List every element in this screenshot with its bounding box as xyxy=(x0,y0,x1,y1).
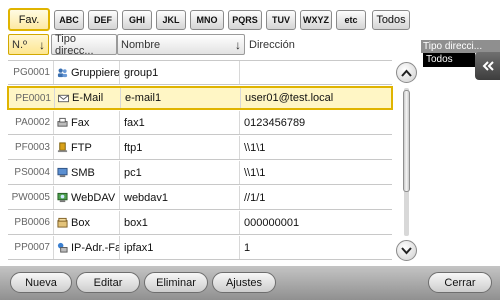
scroll-thumb[interactable] xyxy=(403,90,410,192)
row-id: PB0006 xyxy=(14,217,50,228)
tab-def[interactable]: DEF xyxy=(88,10,118,30)
webdav-icon xyxy=(57,192,68,203)
group-icon xyxy=(57,68,68,78)
sort-down-icon: ↓ xyxy=(235,38,241,52)
row-address: 0123456789 xyxy=(239,111,392,134)
tab-ghi[interactable]: GHI xyxy=(122,10,152,30)
row-type-label: Box xyxy=(71,216,90,229)
row-address: user01@test.local xyxy=(240,88,393,108)
row-address: 000000001 xyxy=(239,211,392,234)
row-name: pc1 xyxy=(119,161,239,184)
list-item[interactable]: PG0001 Gruppieren group1 xyxy=(8,61,392,85)
sort-by-type-button[interactable]: Tipo direcc... xyxy=(51,32,117,57)
filter-value: Todos xyxy=(423,53,475,67)
smb-icon xyxy=(57,167,68,178)
list-item[interactable]: PA0002 Fax fax1 0123456789 xyxy=(8,111,392,135)
email-icon xyxy=(58,94,69,102)
row-address xyxy=(239,61,392,84)
row-name: ftp1 xyxy=(119,136,239,159)
row-type-label: SMB xyxy=(71,166,95,179)
tab-favorites[interactable]: Fav. xyxy=(8,8,50,31)
row-type: E-Mail xyxy=(54,88,120,108)
tab-pqrs[interactable]: PQRS xyxy=(228,10,262,30)
new-button[interactable]: Nueva xyxy=(10,272,72,293)
side-panel-toggle-button[interactable] xyxy=(475,52,500,80)
list-item[interactable]: PW0005 WebDAV webdav1 //1/1 xyxy=(8,186,392,210)
list-item-selected[interactable]: PE0001 E-Mail e-mail1 user01@test.local xyxy=(7,86,393,110)
chevron-down-icon xyxy=(401,246,412,254)
row-name: ipfax1 xyxy=(119,236,239,259)
row-type-label: E-Mail xyxy=(72,92,104,104)
list-item[interactable]: PB0006 Box box1 000000001 xyxy=(8,211,392,235)
row-type: Box xyxy=(53,211,119,234)
sort-by-name-button[interactable]: Nombre ↓ xyxy=(117,34,245,55)
tab-jkl[interactable]: JKL xyxy=(156,10,186,30)
row-name: box1 xyxy=(119,211,239,234)
tab-abc[interactable]: ABC xyxy=(54,10,84,30)
row-address: \\1\1 xyxy=(239,136,392,159)
row-type-label: Fax xyxy=(71,116,90,129)
row-id: PW0005 xyxy=(11,192,50,203)
tab-todos[interactable]: Todos xyxy=(372,10,410,30)
column-type-label: Tipo direcc... xyxy=(55,32,94,57)
row-name: e-mail1 xyxy=(120,88,240,108)
list-scrollbar xyxy=(396,62,418,262)
row-address: 1 xyxy=(239,236,392,259)
sort-down-icon: ↓ xyxy=(39,38,45,52)
row-type-label: IP-Adr.-Fax xyxy=(71,241,119,254)
tab-mno[interactable]: MNO xyxy=(190,10,224,30)
row-type: IP-Adr.-Fax xyxy=(53,236,119,259)
column-number-label: N.º xyxy=(12,38,28,51)
row-type: Fax xyxy=(53,111,119,134)
row-type-label: FTP xyxy=(71,141,92,154)
column-header: N.º ↓ Tipo direcc... Nombre ↓ Dirección xyxy=(8,32,392,57)
settings-button[interactable]: Ajustes xyxy=(212,272,276,293)
row-type: WebDAV xyxy=(53,186,119,209)
column-address-label: Dirección xyxy=(249,38,295,51)
close-button[interactable]: Cerrar xyxy=(428,272,492,293)
row-id: PF0003 xyxy=(14,142,50,153)
row-id: PP0007 xyxy=(14,242,50,253)
tab-etc[interactable]: etc xyxy=(336,10,366,30)
row-name: group1 xyxy=(119,61,239,84)
address-list: PG0001 Gruppieren group1 PE0001 E-Mail e… xyxy=(7,60,393,260)
row-address: \\1\1 xyxy=(239,161,392,184)
delete-button[interactable]: Eliminar xyxy=(144,272,208,293)
ftp-icon xyxy=(57,142,68,153)
row-type-label: WebDAV xyxy=(71,191,116,204)
row-id: PG0001 xyxy=(13,67,50,78)
tab-wxyz[interactable]: WXYZ xyxy=(300,10,332,30)
row-name: fax1 xyxy=(119,111,239,134)
list-item[interactable]: PF0003 FTP ftp1 \\1\1 xyxy=(8,136,392,160)
row-type-label: Gruppieren xyxy=(71,66,119,79)
column-address-header: Dirección xyxy=(246,34,392,55)
row-id: PA0002 xyxy=(15,117,50,128)
column-name-label: Nombre xyxy=(121,38,161,51)
row-name: webdav1 xyxy=(119,186,239,209)
row-type: Gruppieren xyxy=(53,61,119,84)
scroll-up-button[interactable] xyxy=(396,62,417,83)
row-type: FTP xyxy=(53,136,119,159)
box-icon xyxy=(57,217,68,228)
ip-fax-icon xyxy=(57,242,68,253)
row-id: PS0004 xyxy=(14,167,50,178)
fax-icon xyxy=(57,117,68,127)
row-type: SMB xyxy=(53,161,119,184)
row-id: PE0001 xyxy=(15,92,51,104)
edit-button[interactable]: Editar xyxy=(76,272,140,293)
list-item[interactable]: PP0007 IP-Adr.-Fax ipfax1 1 xyxy=(8,236,392,260)
sort-by-number-button[interactable]: N.º ↓ xyxy=(8,34,49,55)
double-chevron-left-icon xyxy=(482,61,494,71)
chevron-up-icon xyxy=(401,69,412,77)
list-item[interactable]: PS0004 SMB pc1 \\1\1 xyxy=(8,161,392,185)
tab-tuv[interactable]: TUV xyxy=(266,10,296,30)
bottom-action-bar: Nueva Editar Eliminar Ajustes Cerrar xyxy=(0,266,500,300)
scroll-down-button[interactable] xyxy=(396,240,417,261)
index-tabs: Fav. ABC DEF GHI JKL MNO PQRS TUV WXYZ e… xyxy=(0,0,500,32)
row-address: //1/1 xyxy=(239,186,392,209)
